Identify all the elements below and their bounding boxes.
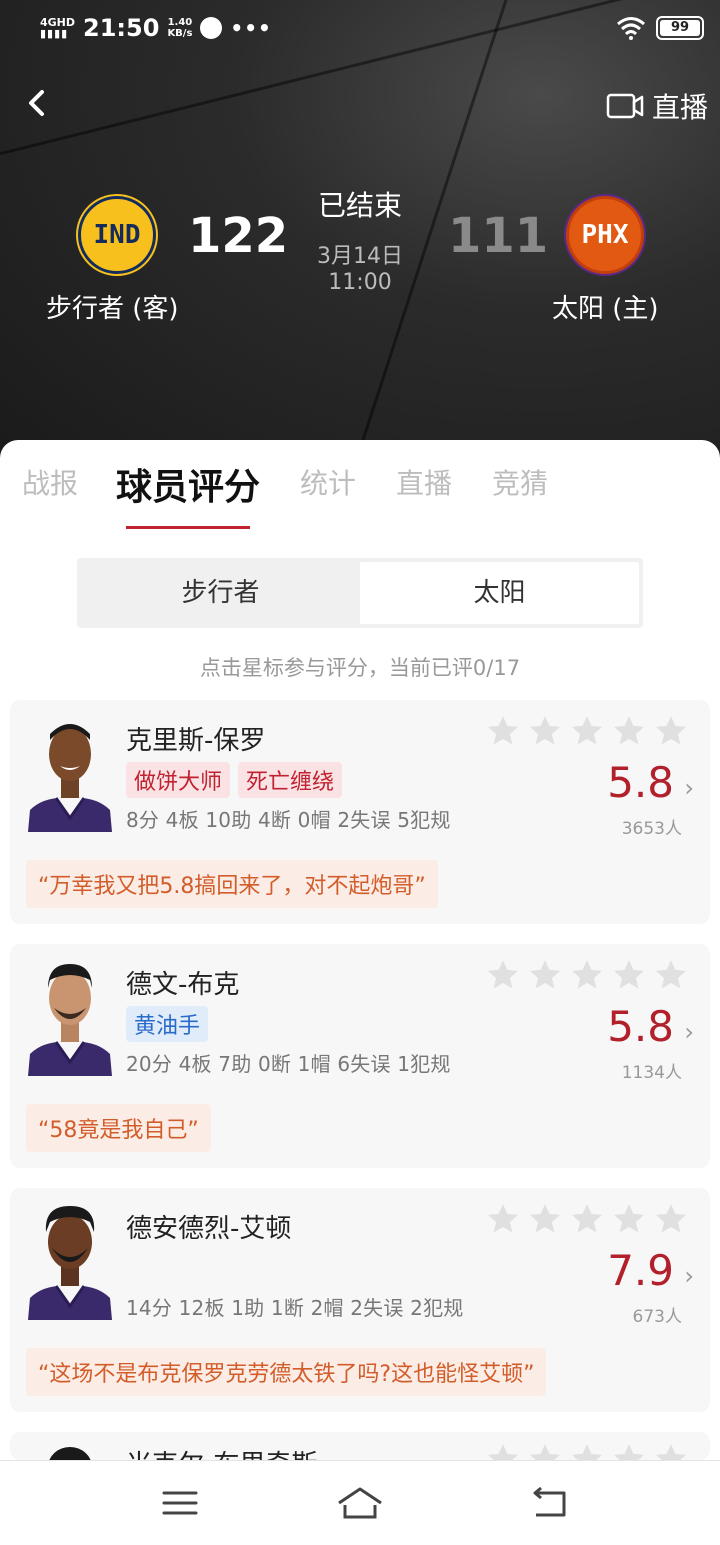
- player-tag: 做饼大师: [126, 762, 231, 798]
- home-team[interactable]: PHX 太阳 (主): [552, 196, 659, 325]
- rating-hint: 点击星标参与评分，当前已评0/17: [199, 656, 521, 680]
- video-camera-icon: [606, 93, 644, 119]
- player-name: 德安德烈-艾顿: [126, 1214, 292, 1244]
- star-icon[interactable]: [486, 1442, 520, 1460]
- star-icon[interactable]: [612, 1442, 646, 1460]
- rating-stars[interactable]: [486, 714, 688, 748]
- network-speed: 1.40 KB/s: [167, 17, 193, 39]
- away-score: 122: [188, 208, 289, 264]
- chevron-right-icon[interactable]: ›: [684, 1018, 694, 1046]
- player-tags: 黄油手: [126, 1006, 209, 1042]
- player-card[interactable]: 克里斯-保罗 做饼大师 死亡缠绕 8分 4板 10助 4断 0帽 2失误 5犯规…: [10, 700, 710, 924]
- player-tag: 黄油手: [126, 1006, 209, 1042]
- menu-icon[interactable]: [155, 1481, 205, 1525]
- active-tab-indicator: [126, 526, 250, 529]
- player-rating: 5.8: [607, 758, 674, 807]
- home-team-logo: PHX: [566, 196, 644, 274]
- rating-voters: 1134人: [621, 1063, 682, 1083]
- player-comment[interactable]: “万幸我又把5.8搞回来了，对不起炮哥”: [26, 860, 438, 908]
- star-icon[interactable]: [486, 958, 520, 992]
- star-icon[interactable]: [528, 958, 562, 992]
- star-icon[interactable]: [528, 1202, 562, 1236]
- chevron-right-icon[interactable]: ›: [684, 1262, 694, 1290]
- match-state: 已结束: [317, 189, 402, 222]
- star-icon[interactable]: [612, 1202, 646, 1236]
- back-chevron-icon[interactable]: [22, 88, 52, 118]
- star-icon[interactable]: [528, 1442, 562, 1460]
- tab-stats[interactable]: 统计: [300, 462, 356, 502]
- team-switch-pacers[interactable]: 步行者: [81, 562, 360, 624]
- network-indicator: 4GHD ▮▮▮▮: [40, 16, 76, 40]
- player-rating: 5.8: [607, 1002, 674, 1051]
- player-name: 米克尔-布里奇斯: [126, 1444, 317, 1460]
- home-icon[interactable]: [335, 1481, 385, 1525]
- team-switcher: 步行者 太阳: [77, 558, 643, 628]
- star-icon[interactable]: [654, 958, 688, 992]
- star-icon[interactable]: [654, 1442, 688, 1460]
- star-icon[interactable]: [570, 1442, 604, 1460]
- rating-stars[interactable]: [486, 1442, 688, 1460]
- star-icon[interactable]: [570, 1202, 604, 1236]
- player-avatar: [24, 714, 116, 832]
- star-icon[interactable]: [612, 958, 646, 992]
- system-nav-bar: [0, 1460, 720, 1545]
- player-comment[interactable]: “58竟是我自己”: [26, 1104, 211, 1152]
- status-bar: 4GHD ▮▮▮▮ 21:50 1.40 KB/s ••• 99: [0, 0, 720, 56]
- star-icon[interactable]: [654, 1202, 688, 1236]
- team-switch-suns[interactable]: 太阳: [360, 562, 639, 624]
- player-stats: 20分 4板 7助 0断 1帽 6失误 1犯规: [126, 1052, 451, 1076]
- more-notifications-icon: •••: [230, 16, 272, 40]
- player-tag: 死亡缠绕: [238, 762, 343, 798]
- star-icon[interactable]: [486, 714, 520, 748]
- player-name: 德文-布克: [126, 970, 240, 1000]
- player-name: 克里斯-保罗: [126, 726, 266, 756]
- away-team-name: 步行者 (客): [46, 294, 179, 324]
- player-comment[interactable]: “这场不是布克保罗克劳德太铁了吗?这也能怪艾顿”: [26, 1348, 547, 1396]
- player-tags: 做饼大师 死亡缠绕: [126, 762, 343, 798]
- player-card[interactable]: 德安德烈-艾顿 14分 12板 1助 1断 2帽 2失误 2犯规 7.9 › 6…: [10, 1188, 710, 1412]
- player-card[interactable]: 德文-布克 黄油手 20分 4板 7助 0断 1帽 6失误 1犯规 5.8 › …: [10, 944, 710, 1168]
- player-stats: 14分 12板 1助 1断 2帽 2失误 2犯规: [126, 1296, 464, 1320]
- away-team-logo: IND: [78, 196, 156, 274]
- star-icon[interactable]: [528, 714, 562, 748]
- live-label: 直播: [651, 91, 708, 124]
- star-icon[interactable]: [570, 714, 604, 748]
- battery-icon: 99: [656, 16, 704, 40]
- tab-live[interactable]: 直播: [396, 462, 452, 502]
- player-avatar: [24, 1202, 116, 1320]
- home-team-name: 太阳 (主): [552, 294, 659, 324]
- star-icon[interactable]: [654, 714, 688, 748]
- player-rating: 7.9: [607, 1246, 674, 1295]
- tab-player-rating[interactable]: 球员评分: [116, 458, 260, 510]
- match-header: 4GHD ▮▮▮▮ 21:50 1.40 KB/s ••• 99 直播 IND …: [0, 0, 720, 470]
- rating-voters: 3653人: [621, 819, 682, 839]
- tab-bar: 战报 球员评分 统计 直播 竞猜: [0, 462, 720, 522]
- player-avatar: [24, 958, 116, 1076]
- home-score: 111: [448, 208, 549, 264]
- match-time: 11:00: [328, 270, 392, 295]
- star-icon[interactable]: [486, 1202, 520, 1236]
- match-status: 已结束 3月14日 11:00: [290, 184, 430, 295]
- player-card[interactable]: 米克尔-布里奇斯: [10, 1432, 710, 1460]
- app-notification-icon: [200, 17, 223, 39]
- chevron-right-icon[interactable]: ›: [684, 774, 694, 802]
- wifi-icon: [617, 17, 645, 40]
- tab-guess[interactable]: 竞猜: [492, 462, 548, 502]
- live-stream-button[interactable]: 直播: [606, 86, 708, 126]
- star-icon[interactable]: [612, 714, 646, 748]
- clock: 21:50: [83, 14, 160, 42]
- back-icon[interactable]: [524, 1481, 574, 1525]
- rating-voters: 673人: [632, 1307, 682, 1327]
- rating-stars[interactable]: [486, 958, 688, 992]
- player-avatar: [24, 1446, 116, 1460]
- match-date: 3月14日: [317, 244, 403, 269]
- away-team[interactable]: IND 步行者 (客): [46, 196, 179, 325]
- player-stats: 8分 4板 10助 4断 0帽 2失误 5犯规: [126, 808, 451, 832]
- rating-stars[interactable]: [486, 1202, 688, 1236]
- tab-report[interactable]: 战报: [22, 462, 78, 502]
- star-icon[interactable]: [570, 958, 604, 992]
